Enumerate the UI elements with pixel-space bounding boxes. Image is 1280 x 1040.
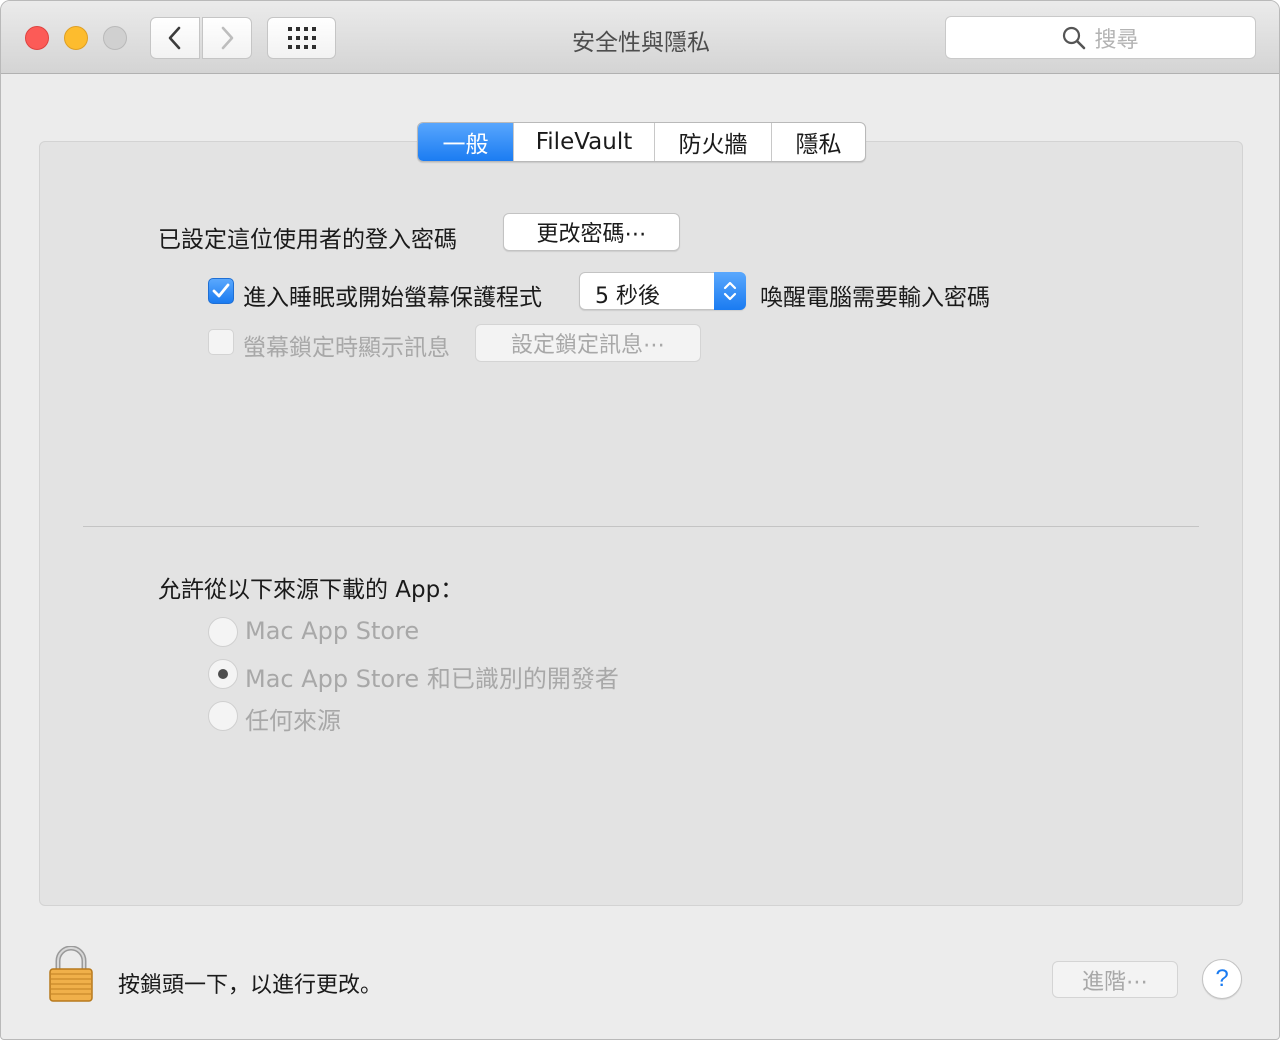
close-window-button[interactable] [25, 26, 49, 50]
change-password-button[interactable]: 更改密碼⋯ [503, 213, 680, 251]
advanced-button[interactable]: 進階⋯ [1052, 961, 1178, 998]
require-password-label: 進入睡眠或開始螢幕保護程式 [243, 285, 542, 311]
window-title: 安全性與隱私 [572, 30, 710, 56]
radio-identified-developers[interactable] [208, 659, 238, 689]
tab-firewall[interactable]: 防火牆 [654, 123, 771, 161]
set-lock-message-button[interactable]: 設定鎖定訊息⋯ [475, 324, 701, 362]
delay-value: 5 秒後 [595, 284, 660, 309]
require-password-checkbox[interactable] [208, 278, 234, 304]
password-set-label: 已設定這位使用者的登入密碼 [158, 227, 457, 253]
search-icon [1063, 26, 1086, 49]
content-panel [39, 141, 1243, 906]
tab-bar: 一般 FileVault 防火牆 隱私 [417, 122, 866, 162]
title-bar: 安全性與隱私 搜尋 [1, 1, 1279, 74]
checkmark-icon [212, 283, 230, 298]
grid-icon [287, 27, 316, 49]
lock-icon[interactable] [47, 946, 95, 1004]
download-sources-label: 允許從以下來源下載的 App： [158, 577, 464, 603]
minimize-window-button[interactable] [64, 26, 88, 50]
show-message-label: 螢幕鎖定時顯示訊息 [243, 335, 450, 361]
radio-anywhere[interactable] [208, 701, 238, 731]
require-password-delay-popup[interactable]: 5 秒後 [579, 272, 746, 310]
help-button[interactable]: ? [1202, 959, 1242, 999]
require-password-suffix: 喚醒電腦需要輸入密碼 [760, 285, 990, 311]
radio-identified-developers-label: Mac App Store 和已識別的開發者 [245, 665, 619, 693]
preferences-window: 安全性與隱私 搜尋 一般 FileVault 防火牆 隱私 已設定這位使用者的登… [0, 0, 1280, 1040]
radio-mac-app-store[interactable] [208, 617, 238, 647]
popup-arrows-icon [714, 272, 746, 310]
lock-instruction: 按鎖頭一下，以進行更改。 [118, 973, 383, 998]
radio-mac-app-store-label: Mac App Store [245, 617, 420, 645]
section-divider [83, 526, 1199, 527]
radio-selected-dot [218, 669, 228, 679]
chevron-left-icon [168, 26, 181, 50]
search-placeholder: 搜尋 [1094, 27, 1139, 53]
tab-privacy[interactable]: 隱私 [771, 123, 865, 161]
back-button[interactable] [150, 17, 200, 59]
tab-general[interactable]: 一般 [418, 123, 513, 161]
show-message-checkbox[interactable] [208, 329, 234, 355]
radio-anywhere-label: 任何來源 [245, 707, 341, 735]
search-field[interactable]: 搜尋 [945, 16, 1256, 59]
show-all-button[interactable] [267, 17, 336, 59]
chevron-right-icon [221, 26, 234, 50]
tab-filevault[interactable]: FileVault [513, 123, 654, 161]
forward-button[interactable] [202, 17, 252, 59]
zoom-window-button[interactable] [103, 26, 127, 50]
